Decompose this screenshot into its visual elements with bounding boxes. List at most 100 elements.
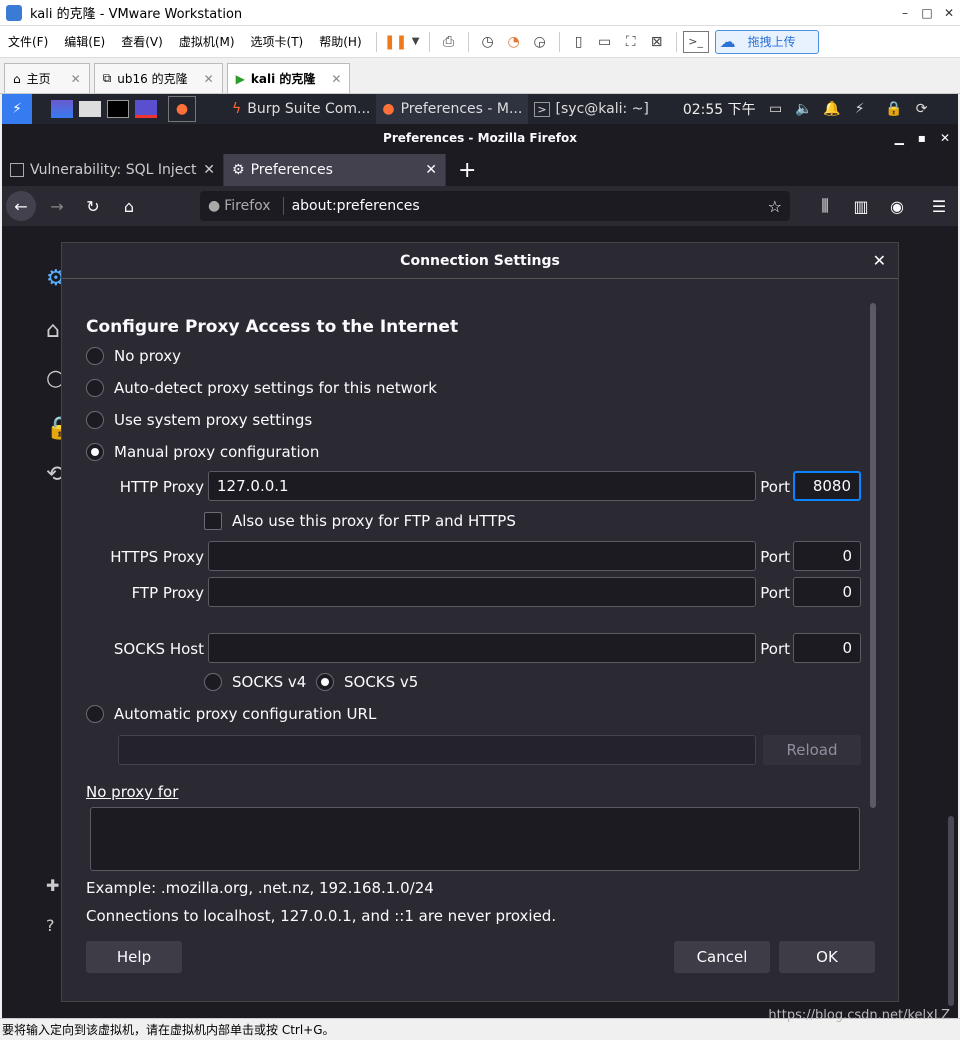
firefox-launcher-icon[interactable]: ●	[168, 96, 196, 122]
menu-vm[interactable]: 虚拟机(M)	[171, 33, 243, 50]
screen-record-icon[interactable]	[132, 96, 160, 122]
close-icon[interactable]: ✕	[940, 131, 950, 145]
minimize-icon[interactable]: ▁	[895, 131, 904, 145]
reload-button[interactable]: Reload	[763, 735, 861, 765]
url-bar[interactable]: ● Firefox about:preferences ☆	[200, 191, 790, 221]
close-icon[interactable]: ✕	[425, 162, 437, 178]
unity-icon[interactable]: ⊠	[644, 31, 670, 53]
close-icon[interactable]: ✕	[204, 72, 214, 86]
home-icon[interactable]: ⌂	[114, 191, 144, 221]
no-proxy-for-textarea[interactable]	[90, 807, 860, 871]
cancel-button[interactable]: Cancel	[674, 941, 770, 973]
snapshot-icon[interactable]: ◷	[475, 31, 501, 53]
account-icon[interactable]: ◉	[882, 191, 912, 221]
workspace-icon[interactable]	[48, 96, 76, 122]
fullscreen-icon[interactable]: ⛶	[618, 31, 644, 53]
close-icon[interactable]: ✕	[331, 72, 341, 86]
pause-icon[interactable]: ❚❚	[383, 31, 409, 53]
tab-ub16[interactable]: ⧉ ub16 的克隆 ✕	[93, 63, 223, 93]
option-auto-detect[interactable]: Auto-detect proxy settings for this netw…	[86, 379, 437, 397]
option-manual-proxy[interactable]: Manual proxy configuration	[86, 443, 319, 461]
dialog-scrollbar[interactable]	[870, 303, 876, 808]
radio-socks-v4[interactable]	[204, 673, 222, 691]
url-text[interactable]: about:preferences	[292, 198, 760, 214]
minimize-icon[interactable]: –	[894, 6, 916, 20]
http-port-input[interactable]: 8080	[793, 471, 861, 501]
sidebar-icon[interactable]: ▥	[846, 191, 876, 221]
terminal-icon[interactable]: >_	[682, 30, 709, 53]
upload-button[interactable]: ☁ 拖拽上传	[714, 29, 819, 54]
terminal-icon[interactable]	[104, 96, 132, 122]
radio-manual-proxy[interactable]	[86, 443, 104, 461]
snapshot-manager-icon[interactable]: ◶	[527, 31, 553, 53]
ftp-proxy-input[interactable]	[208, 577, 756, 607]
revert-snapshot-icon[interactable]: ◔	[501, 31, 527, 53]
menu-edit[interactable]: 编辑(E)	[56, 33, 113, 50]
maximize-icon[interactable]: □	[916, 6, 938, 20]
close-icon[interactable]: ✕	[873, 251, 886, 270]
option-system-proxy[interactable]: Use system proxy settings	[86, 411, 312, 429]
identity-box[interactable]: ● Firefox	[208, 197, 284, 215]
radio-auto-detect[interactable]	[86, 379, 104, 397]
clock[interactable]: 02:55 下午	[683, 99, 756, 119]
also-use-proxy-row[interactable]: Also use this proxy for FTP and HTTPS	[204, 512, 516, 530]
help-icon[interactable]: ?	[46, 916, 55, 935]
console-view-icon[interactable]: ▭	[592, 31, 618, 53]
display-icon[interactable]: ▭	[762, 96, 790, 122]
option-no-proxy[interactable]: No proxy	[86, 347, 181, 365]
menu-view[interactable]: 查看(V)	[113, 33, 171, 50]
files-icon[interactable]	[76, 96, 104, 122]
star-icon[interactable]: ☆	[768, 197, 782, 216]
ftp-port-input[interactable]: 0	[793, 577, 861, 607]
home-icon[interactable]: ⌂	[46, 318, 60, 343]
task-terminal[interactable]: > [syc@kali: ~]	[528, 94, 655, 124]
extensions-icon[interactable]: ✚	[46, 876, 59, 895]
close-icon[interactable]: ✕	[71, 72, 81, 86]
socks-v4-option[interactable]: SOCKS v4	[204, 673, 306, 691]
option-auto-config-url[interactable]: Automatic proxy configuration URL	[86, 705, 376, 723]
auto-config-url-input[interactable]	[118, 735, 756, 765]
send-keys-icon[interactable]: ⎙	[436, 31, 462, 53]
close-icon[interactable]: ✕	[203, 162, 215, 178]
maximize-icon[interactable]: ▪	[918, 131, 926, 145]
page-scrollbar[interactable]	[948, 816, 954, 1006]
tab-sql-injection[interactable]: Vulnerability: SQL Injecti ✕	[2, 154, 224, 186]
guest-screen[interactable]: ⚡ ● ϟ Burp Suite Com... ● Preferences - …	[2, 94, 958, 1018]
ok-button[interactable]: OK	[779, 941, 875, 973]
https-port-input[interactable]: 0	[793, 541, 861, 571]
radio-socks-v5[interactable]	[316, 673, 334, 691]
menu-icon[interactable]: ☰	[924, 191, 954, 221]
kali-menu-icon[interactable]: ⚡	[2, 94, 32, 124]
forward-icon[interactable]: →	[42, 191, 72, 221]
sidebar-view-icon[interactable]: ▯	[566, 31, 592, 53]
tab-preferences[interactable]: ⚙ Preferences ✕	[224, 154, 446, 186]
menu-file[interactable]: 文件(F)	[0, 33, 56, 50]
help-button[interactable]: Help	[86, 941, 182, 973]
new-tab-icon[interactable]: +	[446, 154, 488, 186]
task-preferences[interactable]: ● Preferences - M...	[376, 94, 529, 124]
task-burp[interactable]: ϟ Burp Suite Com...	[226, 94, 376, 124]
volume-icon[interactable]: 🔈	[790, 96, 818, 122]
http-proxy-input[interactable]: 127.0.0.1	[208, 471, 756, 501]
also-use-proxy-checkbox[interactable]	[204, 512, 222, 530]
lock-icon[interactable]: 🔒	[880, 96, 908, 122]
radio-no-proxy[interactable]	[86, 347, 104, 365]
power-manager-icon[interactable]: ⚡	[846, 96, 874, 122]
chevron-down-icon[interactable]: ▼	[409, 31, 423, 53]
tab-home[interactable]: ⌂ 主页 ✕	[4, 63, 90, 93]
socks-host-input[interactable]	[208, 633, 756, 663]
radio-auto-config-url[interactable]	[86, 705, 104, 723]
notification-icon[interactable]: 🔔	[818, 96, 846, 122]
close-icon[interactable]: ✕	[938, 6, 960, 20]
socks-port-input[interactable]: 0	[793, 633, 861, 663]
reload-icon[interactable]: ↻	[78, 191, 108, 221]
tab-kali[interactable]: ▶ kali 的克隆 ✕	[226, 63, 351, 93]
logout-icon[interactable]: ⟳	[908, 96, 936, 122]
socks-v5-option[interactable]: SOCKS v5	[316, 673, 418, 691]
back-icon[interactable]: ←	[6, 191, 36, 221]
https-proxy-input[interactable]	[208, 541, 756, 571]
menu-tabs[interactable]: 选项卡(T)	[243, 33, 312, 50]
library-icon[interactable]: ⫼	[810, 191, 840, 221]
radio-system-proxy[interactable]	[86, 411, 104, 429]
menu-help[interactable]: 帮助(H)	[311, 33, 369, 50]
